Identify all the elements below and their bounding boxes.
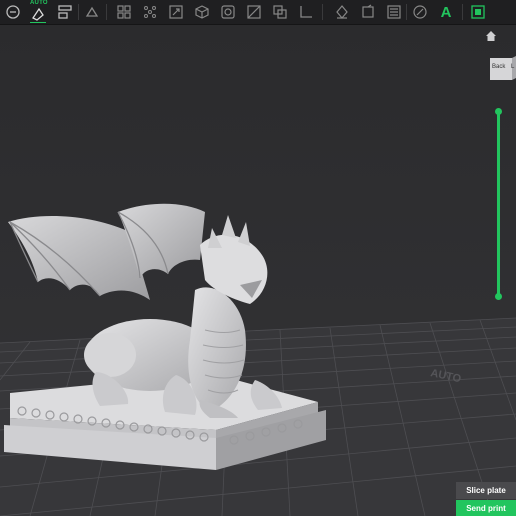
boolean-icon[interactable] (270, 2, 290, 22)
support-icon[interactable] (332, 2, 352, 22)
open-icon[interactable] (3, 2, 23, 22)
lay-on-face-icon[interactable] (82, 2, 102, 22)
toolbar-separator (406, 4, 407, 20)
view-cube-label: Back (492, 64, 506, 70)
auto-orient-icon[interactable] (28, 4, 48, 24)
home-icon[interactable] (484, 29, 498, 43)
paint-icon[interactable] (410, 2, 430, 22)
view-cube-side-label: L (511, 64, 515, 70)
hollow-icon[interactable] (218, 2, 238, 22)
cut-icon[interactable] (244, 2, 264, 22)
toolbar-separator (462, 4, 463, 20)
auto-indicator (30, 22, 46, 23)
text-icon[interactable]: A (436, 2, 456, 22)
arrange-icon[interactable] (55, 2, 75, 22)
toolbar-separator (322, 4, 323, 20)
ruler-icon[interactable] (296, 2, 316, 22)
toolbar-separator (106, 4, 107, 20)
send-print-button[interactable]: Send print (456, 500, 516, 516)
top-toolbar: AUTO A (0, 0, 516, 25)
layer-slider-top-handle[interactable] (495, 108, 502, 115)
seam-icon[interactable] (358, 2, 378, 22)
text-tool-glyph: A (440, 3, 452, 21)
toolbar-separator (78, 4, 79, 20)
scale-icon[interactable] (166, 2, 186, 22)
dots-grid-icon[interactable] (140, 2, 160, 22)
assembly-icon[interactable] (468, 2, 488, 22)
layer-slider-track[interactable] (497, 112, 500, 297)
cube-icon[interactable] (192, 2, 212, 22)
slice-plate-button[interactable]: Slice plate (456, 482, 516, 499)
layer-slider-bottom-handle[interactable] (495, 293, 502, 300)
3d-viewport[interactable]: AUTO (0, 25, 516, 516)
layers-icon[interactable] (384, 2, 404, 22)
grid-layout-icon[interactable] (114, 2, 134, 22)
